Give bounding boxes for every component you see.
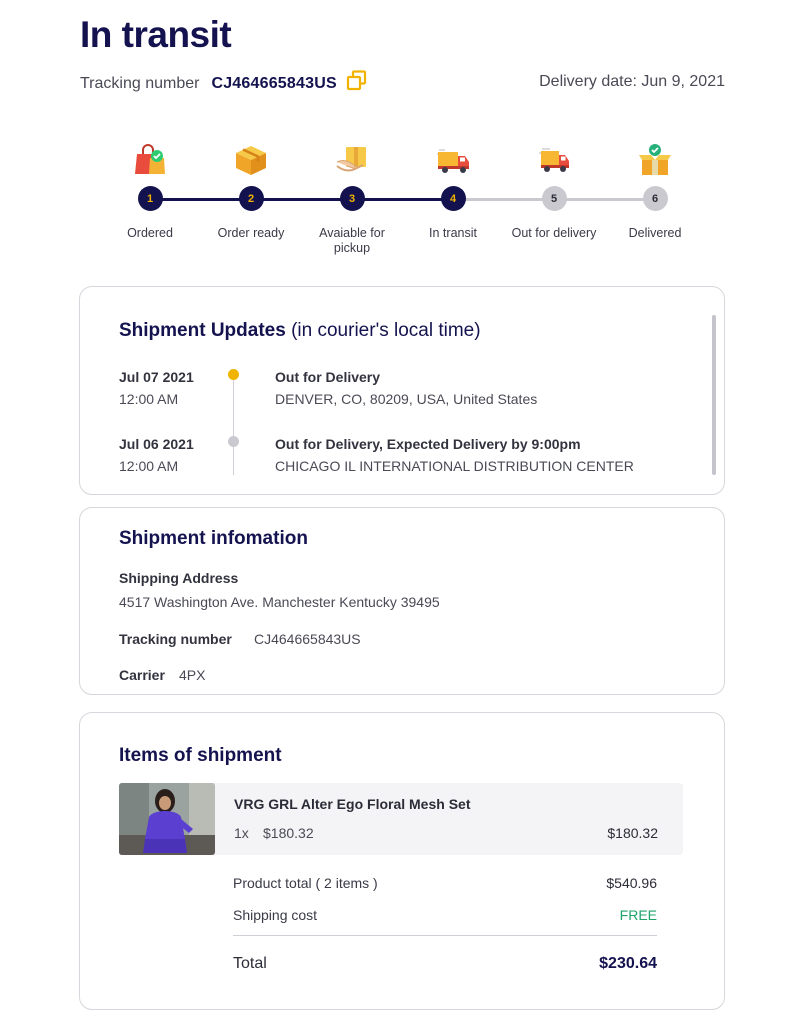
shipment-updates-card: Shipment Updates (in courier's local tim… [79,286,725,495]
update-status: Out for Delivery, Expected Delivery by 9… [275,436,581,452]
items-title: Items of shipment [119,745,282,766]
copy-icon[interactable] [346,70,368,92]
item-unit-price: $180.32 [263,825,314,841]
delivery-date: Delivery date: Jun 9, 2021 [539,73,725,90]
step-out-for-delivery: 5 Out for delivery [503,138,605,241]
updates-scrollbar[interactable] [712,315,716,475]
step-label: Delivered [628,226,682,240]
shipment-info-card: Shipment infomation Shipping Address 451… [79,507,725,695]
product-total-label: Product total ( 2 items ) [233,875,378,891]
carrier-label: Carrier [119,667,165,683]
progress-stepper: 1 Ordered 2 Order ready 3 Avaiable for p… [99,138,705,268]
step-label: Out for delivery [511,226,597,240]
shipping-address-label: Shipping Address [119,570,239,586]
step-label: Avaiable for pickup [319,226,385,255]
update-location: CHICAGO IL INTERNATIONAL DISTRIBUTION CE… [275,458,634,474]
step-label: In transit [429,226,477,240]
fast-truck-icon [503,138,605,178]
open-box-check-icon [604,138,706,178]
step-order-ready: 2 Order ready [200,138,302,241]
update-location: DENVER, CO, 80209, USA, United States [275,391,538,407]
updates-title: Shipment Updates (in courier's local tim… [119,320,481,342]
total-value: $230.64 [599,955,657,972]
shipping-cost-value: FREE [619,907,657,923]
step-number: 3 [339,186,365,211]
tracking-number: CJ464665843US [211,75,337,92]
shipping-cost-label: Shipping cost [233,907,318,923]
item-price: $180.32 [607,825,658,841]
product-total-value: $540.96 [606,875,657,891]
timeline-line [233,375,234,475]
step-delivered: 6 Delivered [604,138,706,241]
step-number: 4 [440,186,466,211]
carrier-value: 4PX [179,667,206,683]
shopping-bag-icon [99,138,201,178]
copy-icon-graphic [346,70,366,91]
delivery-truck-icon [402,138,504,178]
item-name[interactable]: VRG GRL Alter Ego Floral Mesh Set [234,796,470,812]
step-ordered: 1 Ordered [99,138,201,241]
update-time: 12:00 AM [119,458,179,474]
step-number: 2 [238,186,264,211]
hand-package-icon [301,138,403,178]
step-in-transit: 4 In transit [402,138,504,241]
step-number: 1 [137,186,163,211]
update-status: Out for Delivery [275,369,381,385]
step-number: 5 [541,186,567,211]
step-available-pickup: 3 Avaiable for pickup [301,138,403,256]
timeline-dot-current [228,369,239,380]
info-tracking-value: CJ464665843US [254,631,361,647]
step-label: Ordered [127,226,173,240]
page-title: In transit [80,14,232,55]
summary-divider [233,935,657,936]
info-tracking-label: Tracking number [119,631,232,647]
tracking-number-row: Tracking number CJ464665843US [80,70,368,95]
items-card: Items of shipment VRG GRL Alter Ego Flor… [79,712,725,1010]
timeline-dot-past [228,436,239,447]
info-title: Shipment infomation [119,528,308,549]
step-number: 6 [642,186,668,211]
update-date: Jul 07 2021 [119,369,194,385]
package-box-icon [200,138,302,178]
item-quantity: 1x [234,825,249,841]
step-label: Order ready [217,226,285,240]
total-label: Total [233,955,267,972]
updates-title-main: Shipment Updates [119,320,286,341]
tracking-label: Tracking number [80,75,200,92]
shipping-address-value: 4517 Washington Ave. Manchester Kentucky… [119,594,440,610]
updates-title-sub: (in courier's local time) [291,320,481,341]
product-thumbnail [119,783,215,855]
item-row[interactable]: VRG GRL Alter Ego Floral Mesh Set 1x $18… [119,783,683,855]
update-time: 12:00 AM [119,391,179,407]
update-date: Jul 06 2021 [119,436,194,452]
